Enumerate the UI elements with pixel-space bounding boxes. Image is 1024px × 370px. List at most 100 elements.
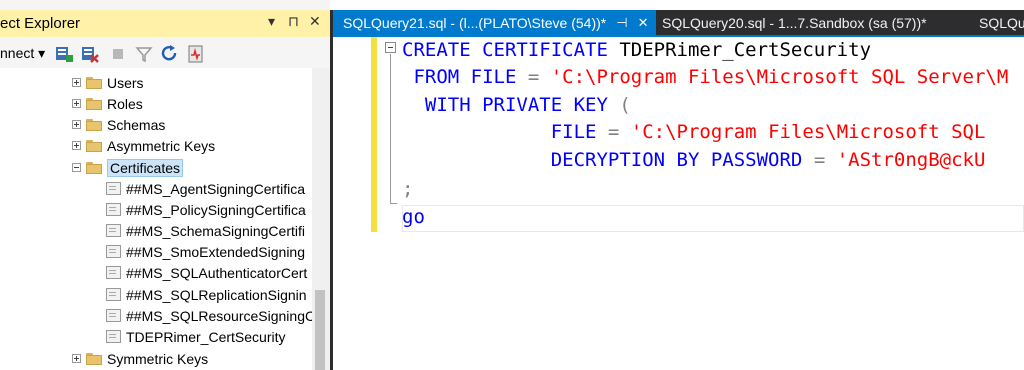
keyword-token: WITH PRIVATE KEY — [402, 94, 608, 116]
stop-icon[interactable] — [108, 44, 128, 64]
tab-sqlquery20[interactable]: SQLQuery20.sql - 1...7.Sandbox (sa (57))… — [662, 10, 927, 35]
tree-node-label: Users — [107, 74, 144, 91]
collapse-region-icon[interactable] — [385, 42, 396, 53]
string-token: 'C:\Program Files\Microsoft SQL — [630, 121, 986, 143]
object-explorer-toolbar: nnect ▾ — [0, 40, 330, 68]
tree-node-label: Schemas — [107, 116, 166, 133]
tree-node-label: ##MS_SQLAuthenticatorCert — [126, 264, 308, 281]
expand-icon[interactable] — [72, 78, 81, 87]
certificate-icon — [106, 288, 121, 301]
object-explorer-panel: ect Explorer ▾ ⊓ ✕ nnect ▾ Users Roles S… — [0, 0, 330, 370]
refresh-icon[interactable] — [160, 44, 180, 64]
tree-node-certificate[interactable]: ##MS_SQLReplicationSignin — [106, 284, 307, 305]
expand-icon[interactable] — [72, 120, 81, 129]
object-explorer-tree: Users Roles Schemas Asymmetric Keys Cert… — [0, 68, 315, 370]
tree-node-certificate[interactable]: TDEPRimer_CertSecurity — [106, 326, 285, 347]
code-line[interactable]: DECRYPTION BY PASSWORD = 'AStr0ngB@ckU — [402, 147, 986, 174]
tree-node-label-selected: Certificates — [107, 158, 184, 177]
tree-node-label: ##MS_AgentSigningCertifica — [126, 180, 305, 197]
expand-icon[interactable] — [72, 99, 81, 108]
tree-node-certificate[interactable]: ##MS_SchemaSigningCertifi — [106, 220, 305, 241]
code-token: = — [802, 149, 837, 171]
folder-icon — [86, 118, 102, 131]
connect-dropdown[interactable]: nnect ▾ — [0, 45, 45, 62]
tree-node-label: ##MS_SQLReplicationSignin — [126, 286, 307, 303]
code-line[interactable]: FROM FILE = 'C:\Program Files\Microsoft … — [402, 64, 1008, 91]
string-token: 'AStr0ngB@ckU — [836, 149, 986, 171]
folder-icon — [86, 97, 102, 110]
code-line[interactable]: go — [402, 204, 425, 231]
code-token: = — [596, 121, 631, 143]
change-tracking-bar — [371, 37, 377, 232]
keyword-token: FROM FILE — [402, 66, 517, 88]
certificate-icon — [106, 309, 121, 322]
folder-icon — [86, 139, 102, 152]
tree-node-roles[interactable]: Roles — [72, 93, 143, 114]
certificate-icon — [106, 245, 121, 258]
vertical-scrollbar[interactable] — [312, 68, 330, 370]
activity-monitor-icon[interactable] — [186, 44, 206, 64]
expand-icon[interactable] — [72, 141, 81, 150]
code-token: = — [516, 66, 551, 88]
current-line-highlight — [402, 205, 1024, 232]
tree-node-users[interactable]: Users — [72, 72, 144, 93]
tree-node-label: Roles — [107, 95, 143, 112]
code-line[interactable]: CREATE CERTIFICATE TDEPRimer_CertSecurit… — [402, 37, 871, 64]
scrollbar-thumb[interactable] — [315, 290, 325, 370]
folder-icon — [86, 76, 102, 89]
tab-label: SQLQuery20.sql - 1...7.Sandbox (sa (57))… — [662, 14, 927, 31]
close-tab-icon[interactable]: ✕ — [638, 15, 649, 31]
connect-server-icon[interactable] — [54, 44, 74, 64]
tree-node-label: Symmetric Keys — [107, 350, 209, 367]
tree-node-certificate[interactable]: ##MS_PolicySigningCertifica — [106, 199, 306, 220]
folder-icon — [86, 352, 102, 365]
fold-guide — [390, 54, 391, 204]
code-token: TDEPRimer_CertSecurity — [607, 39, 872, 61]
pin-tab-icon[interactable]: ⊣ — [616, 15, 627, 31]
object-explorer-title: ect Explorer — [0, 15, 81, 32]
certificate-icon — [106, 224, 121, 237]
code-line[interactable]: FILE = 'C:\Program Files\Microsoft SQL — [402, 119, 986, 146]
tree-node-certificate[interactable]: ##MS_SmoExtendedSigning — [106, 241, 305, 262]
keyword-token: FILE — [402, 121, 597, 143]
tree-node-symmetric-keys[interactable]: Symmetric Keys — [72, 348, 208, 369]
tree-node-label: TDEPRimer_CertSecurity — [126, 328, 286, 345]
fold-guide-end — [390, 203, 397, 204]
code-token: ; — [402, 178, 414, 200]
certificate-icon — [106, 330, 121, 343]
document-tab-bar: SQLQuery21.sql - (l...(PLATO\Steve (54))… — [333, 10, 1024, 35]
tree-node-label: ##MS_SchemaSigningCertifi — [126, 222, 305, 239]
close-icon[interactable]: ✕ — [309, 13, 321, 30]
tree-node-certificate[interactable]: ##MS_AgentSigningCertifica — [106, 178, 305, 199]
certificate-icon — [106, 266, 121, 279]
tree-node-certificate[interactable]: ##MS_SQLResourceSigningC — [106, 305, 315, 326]
code-line[interactable]: ; — [402, 176, 413, 203]
query-editor[interactable]: CREATE CERTIFICATE TDEPRimer_CertSecurit… — [333, 37, 1024, 370]
expand-icon[interactable] — [72, 354, 81, 363]
tree-node-label: ##MS_SmoExtendedSigning — [126, 243, 306, 260]
disconnect-icon[interactable] — [80, 44, 100, 64]
object-explorer-title-bar: ect Explorer ▾ ⊓ ✕ — [0, 10, 330, 37]
tab-label: SQLQuery21.sql - (l...(PLATO\Steve (54))… — [343, 14, 607, 31]
keyword-token: CREATE CERTIFICATE — [402, 39, 608, 61]
tree-node-label: ##MS_SQLResourceSigningC — [126, 307, 316, 324]
tree-node-certificate[interactable]: ##MS_SQLAuthenticatorCert — [106, 262, 307, 283]
tab-sqlquery-overflow[interactable]: SQLQuer — [979, 10, 1024, 35]
tree-node-schemas[interactable]: Schemas — [72, 114, 165, 135]
filter-icon[interactable] — [134, 44, 154, 64]
string-token: 'C:\Program Files\Microsoft SQL Server\M — [550, 66, 1009, 88]
code-token: ( — [607, 94, 631, 116]
tree-node-asymmetric-keys[interactable]: Asymmetric Keys — [72, 135, 215, 156]
certificate-icon — [106, 203, 121, 216]
folder-open-icon — [86, 161, 102, 174]
window-position-icon[interactable]: ▾ — [268, 13, 275, 30]
tree-node-label: Asymmetric Keys — [107, 137, 216, 154]
tab-label: SQLQuer — [979, 14, 1024, 31]
collapse-icon[interactable] — [72, 163, 81, 172]
pin-icon[interactable]: ⊓ — [288, 13, 299, 30]
tree-node-certificates[interactable]: Certificates — [72, 157, 184, 178]
tab-sqlquery21[interactable]: SQLQuery21.sql - (l...(PLATO\Steve (54))… — [333, 10, 656, 35]
tree-node-label: ##MS_PolicySigningCertifica — [126, 201, 306, 218]
keyword-token: go — [402, 206, 425, 228]
code-line[interactable]: WITH PRIVATE KEY ( — [402, 92, 631, 119]
